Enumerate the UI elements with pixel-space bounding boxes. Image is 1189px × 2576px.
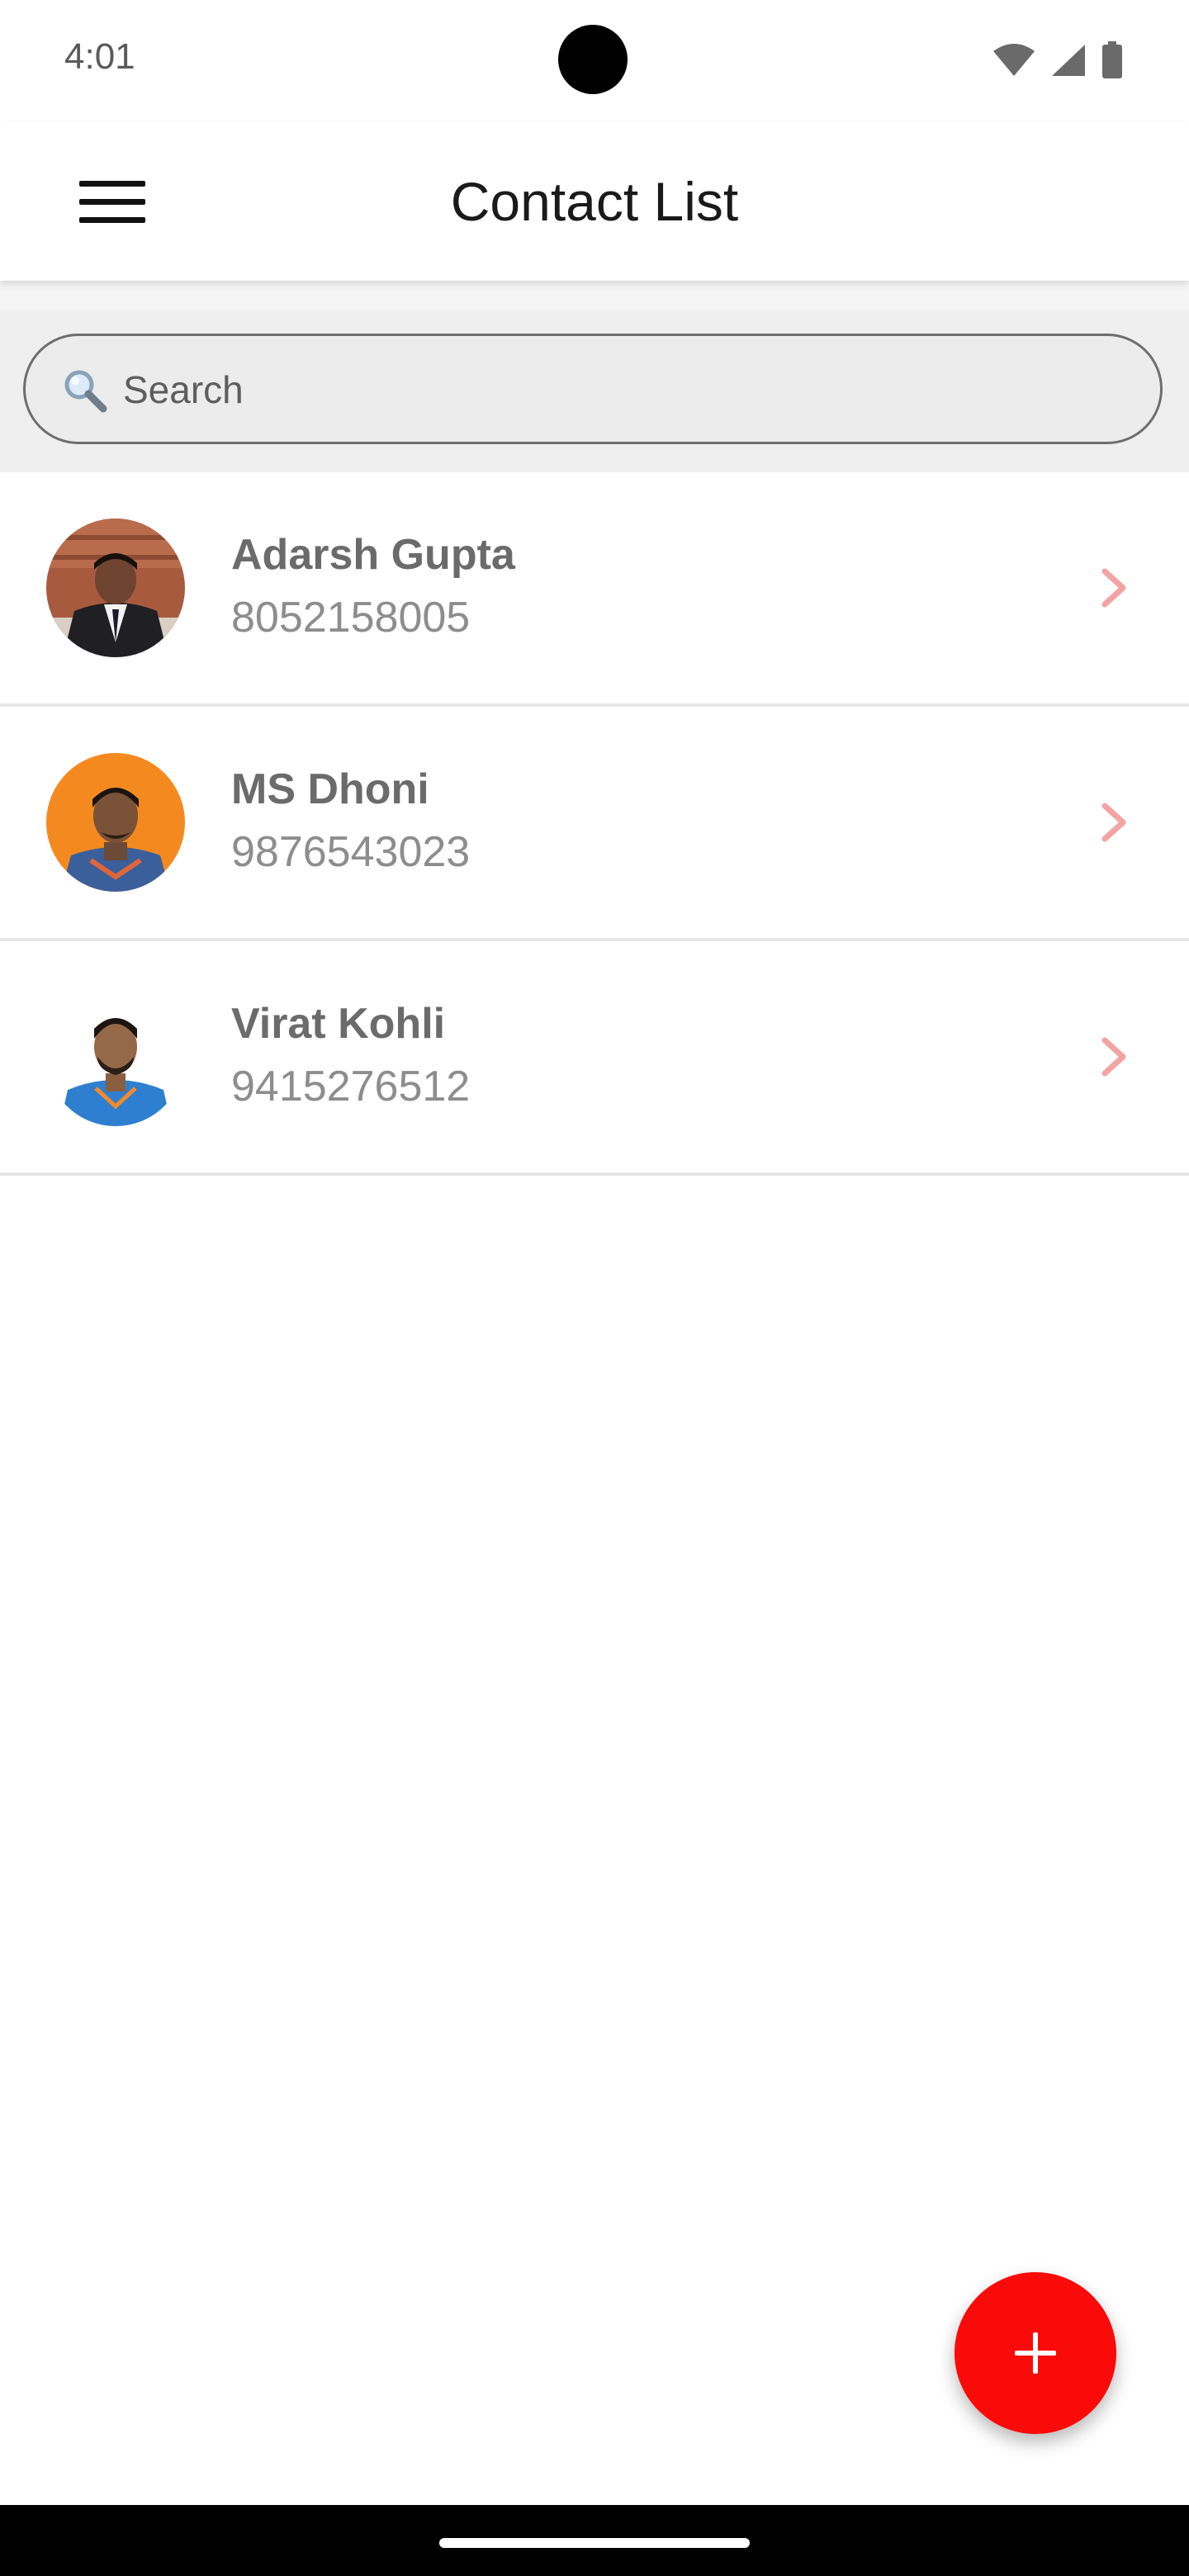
contact-avatar [46, 753, 185, 892]
contact-photo [46, 753, 185, 892]
contact-item-virat-kohli[interactable]: Virat Kohli 9415276512 [0, 941, 1189, 1176]
search-icon [64, 370, 107, 413]
contact-phone: 8052158005 [231, 594, 471, 642]
chevron-right-icon [1101, 1037, 1126, 1077]
wifi-icon [993, 44, 1035, 76]
status-time: 4:01 [64, 36, 135, 77]
contact-item-adarsh-gupta[interactable]: Adarsh Gupta 8052158005 [0, 472, 1189, 707]
contact-phone: 9415276512 [231, 1063, 471, 1110]
system-nav-bar [0, 2505, 1189, 2576]
page-title: Contact List [450, 171, 739, 232]
contact-item-ms-dhoni[interactable]: MS Dhoni 9876543023 [0, 707, 1189, 941]
contact-avatar [46, 519, 185, 657]
search-input[interactable] [121, 336, 1127, 443]
contact-phone: 9876543023 [231, 828, 471, 876]
contact-list: Adarsh Gupta 8052158005 MS Dhoni 9876543… [0, 472, 1189, 1176]
chevron-right-icon [1101, 568, 1126, 608]
contact-name: MS Dhoni [231, 765, 429, 813]
app-bar: Contact List [0, 122, 1189, 281]
home-gesture-handle[interactable] [439, 2538, 750, 2548]
header-gap [0, 281, 1189, 310]
contact-photo [46, 987, 185, 1126]
chevron-right-icon [1101, 803, 1126, 842]
search-section [0, 310, 1189, 472]
status-bar: 4:01 [0, 0, 1189, 122]
add-contact-button[interactable] [955, 2272, 1116, 2434]
plus-icon [1015, 2332, 1056, 2374]
camera-cutout [558, 25, 628, 94]
contact-name: Adarsh Gupta [231, 531, 515, 579]
battery-icon [1102, 41, 1122, 78]
status-icons [992, 41, 1123, 79]
contact-list-screen: 4:01 Contact List Search Adarsh Gupta 80… [0, 0, 1189, 2576]
contact-avatar [46, 987, 185, 1126]
contact-photo [46, 519, 185, 657]
search-bar[interactable] [23, 334, 1163, 444]
signal-icon [1052, 45, 1085, 76]
contact-name: Virat Kohli [231, 1000, 446, 1048]
